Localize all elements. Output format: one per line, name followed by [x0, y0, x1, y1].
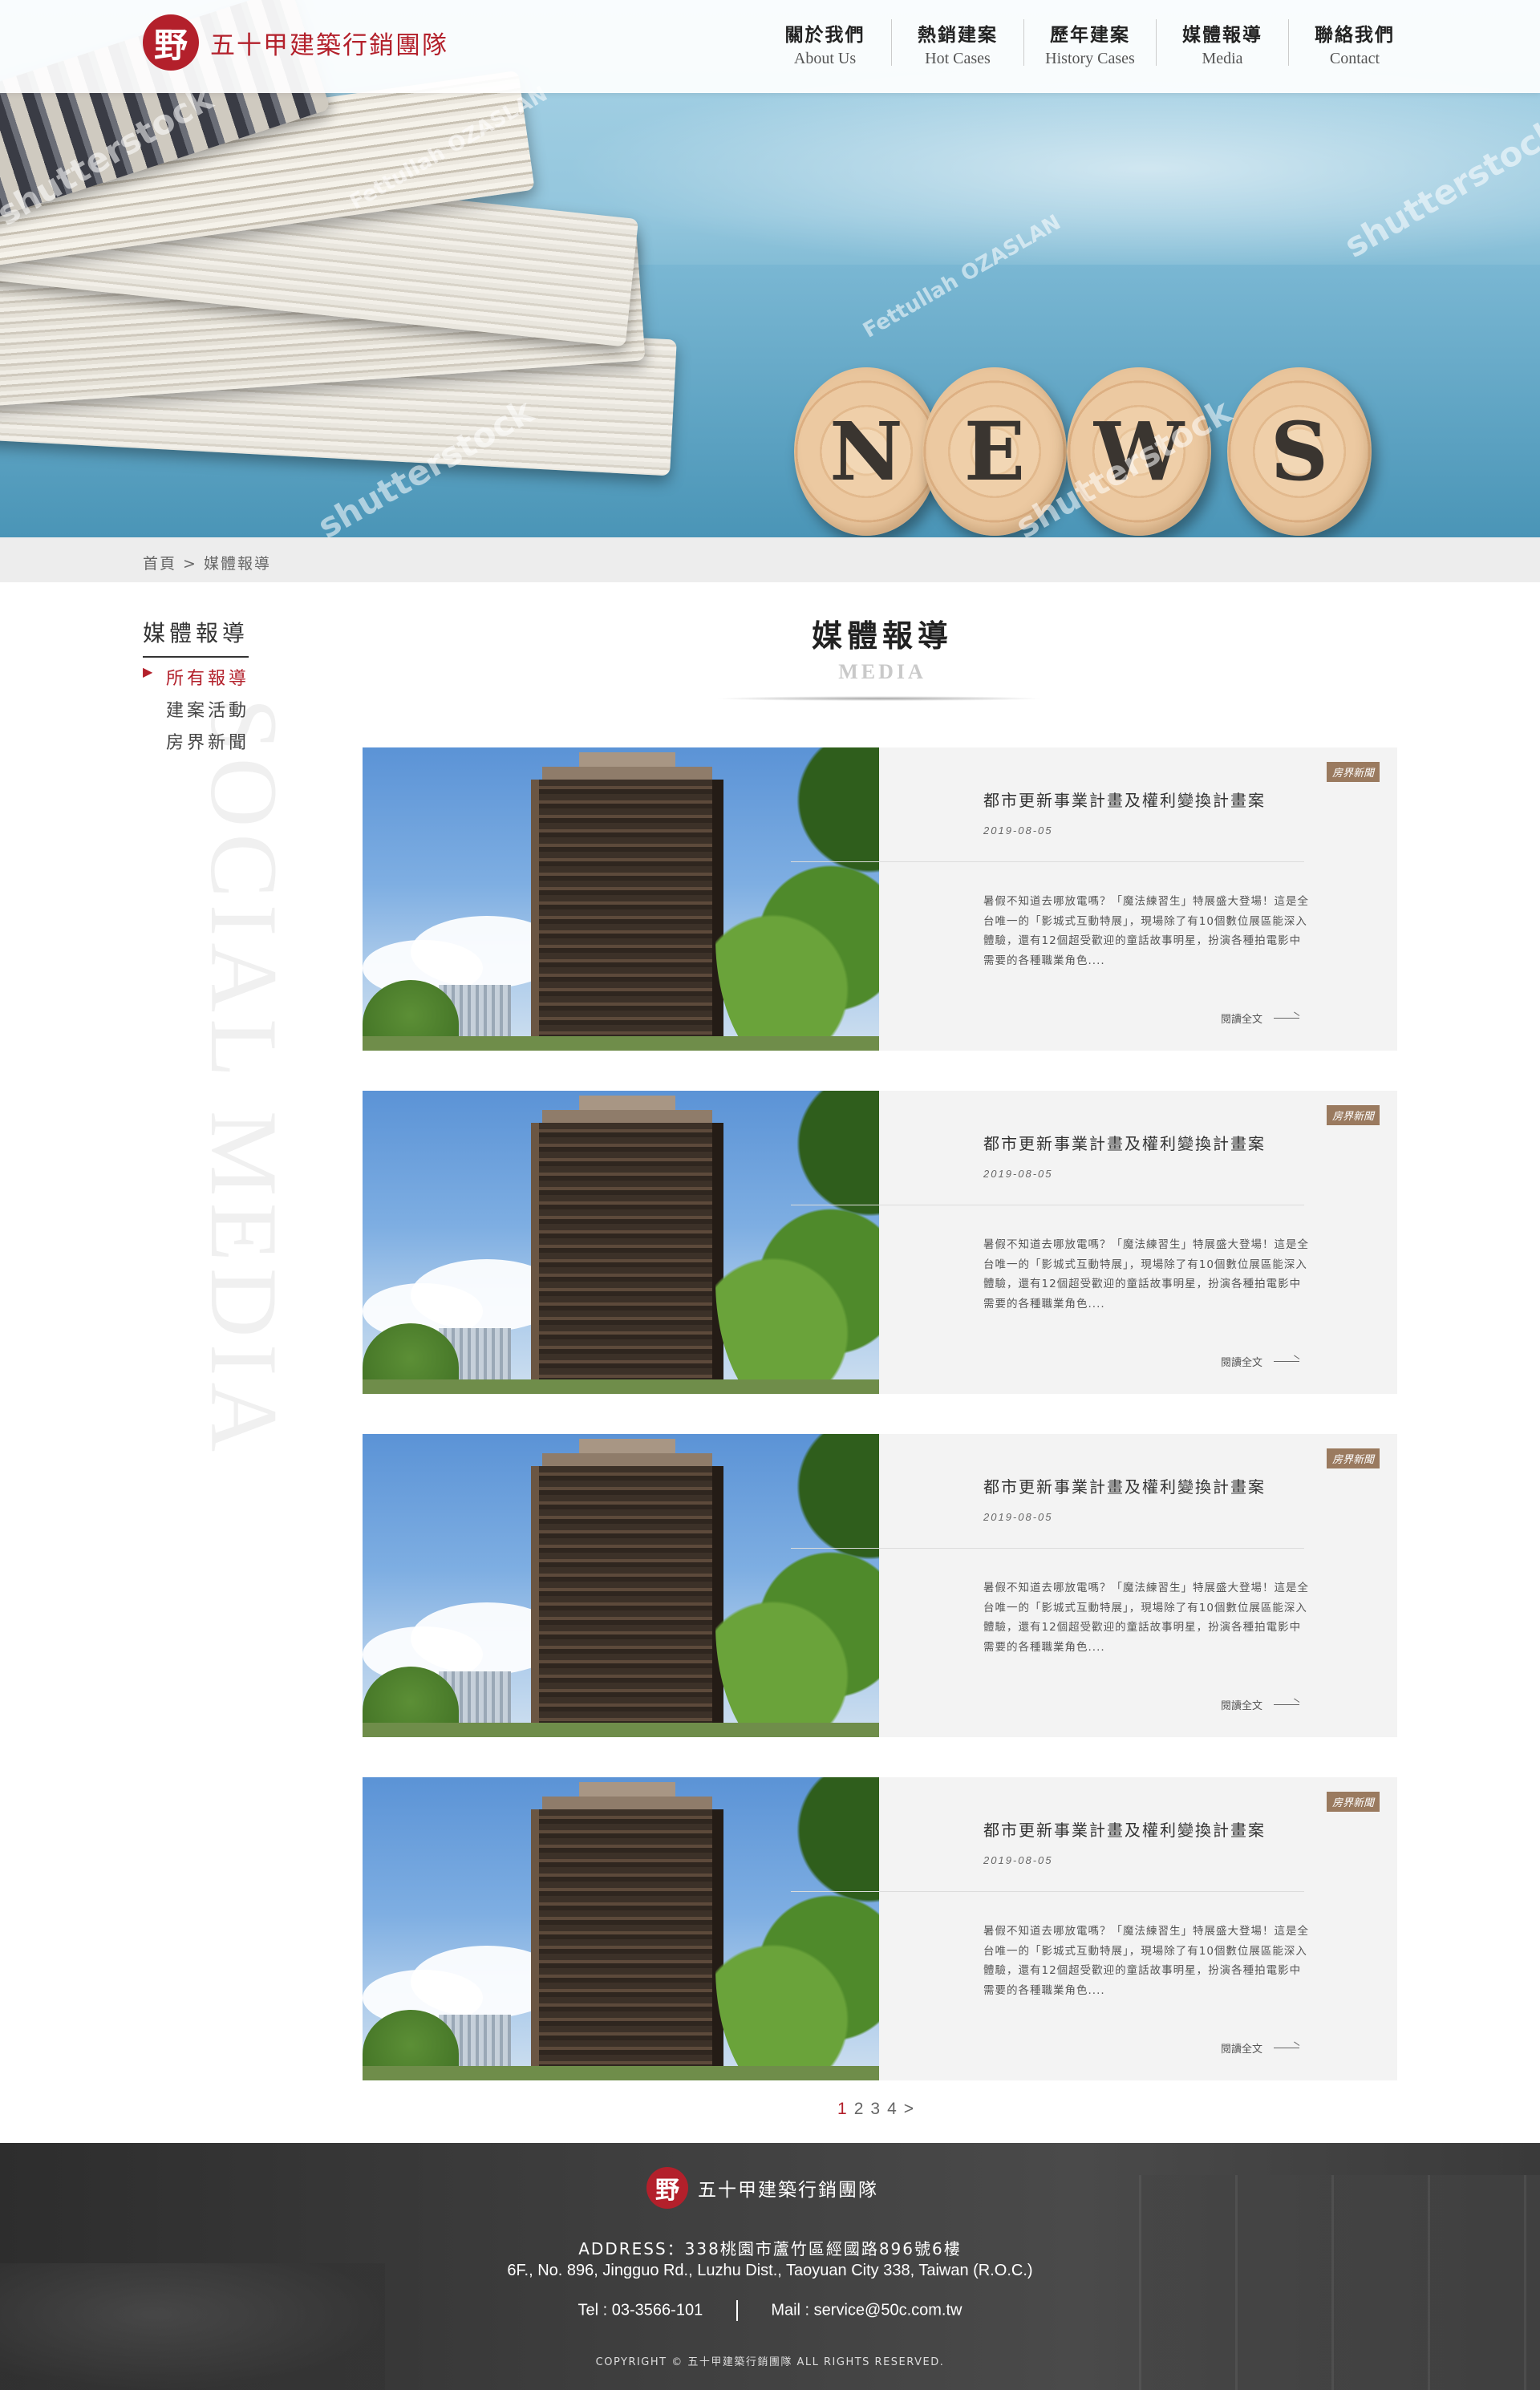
sidebar-bg-text-wrap: SOCIAL MEDIA	[188, 698, 317, 1516]
triangle-right-icon: ▶	[143, 664, 156, 679]
read-more-label: 閱讀全文	[1221, 1014, 1263, 1026]
article-excerpt: 暑假不知道去哪放電嗎？「魔法練習生」特展盛大登場！這是全台唯一的「影城式互動特展…	[983, 1582, 1309, 1654]
next-page-button[interactable]: >	[904, 2100, 914, 2119]
sidebar-item-label: 所有報導	[166, 669, 250, 689]
footer-brand-name: 五十甲建築行銷團隊	[698, 2180, 878, 2201]
read-more-link[interactable]: 閱讀全文	[1221, 1354, 1300, 1369]
site-logo[interactable]: 野 五十甲建築行銷團隊	[143, 14, 448, 71]
section-title-en: MEDIA	[838, 660, 926, 683]
nav-label-zh: 關於我們	[784, 24, 865, 46]
sidebar-item-events[interactable]: 建案活動	[143, 696, 249, 728]
breadcrumb[interactable]: 首頁 > 媒體報導	[143, 552, 271, 573]
nav-label-zh: 熱銷建案	[918, 24, 998, 46]
nav-item-media[interactable]: 媒體報導 Media	[1156, 19, 1288, 67]
article-title[interactable]: 都市更新事業計畫及權利變換計畫案	[983, 1817, 1266, 1841]
article-title[interactable]: 都市更新事業計畫及權利變換計畫案	[983, 1474, 1266, 1497]
arrow-right-icon	[1274, 1018, 1300, 1019]
read-more-label: 閱讀全文	[1221, 2044, 1263, 2056]
sidebar-menu: ▶ 所有報導 建案活動 房界新聞	[143, 664, 249, 760]
nav-label-en: Media	[1202, 50, 1243, 67]
section-heading: 媒體報導 MEDIA	[722, 611, 1043, 684]
arrow-right-icon	[1274, 1704, 1300, 1705]
article-thumbnail[interactable]	[363, 1434, 879, 1737]
sidebar-title: 媒體報導	[143, 616, 249, 658]
nav-label-en: About Us	[793, 50, 857, 67]
copyright: COPYRIGHT © 五十甲建築行銷團隊 ALL RIGHTS RESERVE…	[595, 2356, 945, 2368]
divider	[736, 2300, 738, 2321]
address-label: ADDRESS：	[578, 2239, 685, 2258]
footer-bg-furniture	[0, 2263, 385, 2390]
page-link-4[interactable]: 4	[887, 2100, 897, 2119]
brand-name: 五十甲建築行銷團隊	[210, 30, 448, 60]
footer-contact: Tel : 03-3566-101 Mail : service@50c.com…	[0, 2300, 1540, 2321]
main-nav: 關於我們 About Us 熱銷建案 Hot Cases 歷年建案 Histor…	[759, 19, 1420, 67]
nav-label-en: History Cases	[1045, 50, 1135, 67]
category-badge[interactable]: 房界新聞	[1326, 762, 1380, 782]
nav-label-en: Contact	[1329, 50, 1380, 67]
article-excerpt: 暑假不知道去哪放電嗎？「魔法練習生」特展盛大登場！這是全台唯一的「影城式互動特展…	[983, 1925, 1309, 1997]
article-excerpt: 暑假不知道去哪放電嗎？「魔法練習生」特展盛大登場！這是全台唯一的「影城式互動特展…	[983, 895, 1309, 967]
logo-seal-icon: 野	[646, 2167, 688, 2209]
article-thumbnail[interactable]	[363, 747, 879, 1051]
page-link-3[interactable]: 3	[870, 2100, 880, 2119]
read-more-link[interactable]: 閱讀全文	[1221, 1697, 1300, 1712]
nav-label-zh: 歷年建案	[1050, 24, 1130, 46]
article-title[interactable]: 都市更新事業計畫及權利變換計畫案	[983, 788, 1266, 811]
nav-item-hot-cases[interactable]: 熱銷建案 Hot Cases	[891, 19, 1023, 67]
sidebar-item-news[interactable]: 房界新聞	[143, 728, 249, 760]
article-card[interactable]: 房界新聞 都市更新事業計畫及權利變換計畫案 2019-08-05 暑假不知道去哪…	[363, 747, 1397, 1051]
sidebar-bg-text: SOCIAL MEDIA	[191, 698, 298, 1459]
divider	[791, 861, 1304, 862]
footer-logo[interactable]: 野 五十甲建築行銷團隊	[646, 2167, 878, 2209]
article-card[interactable]: 房界新聞 都市更新事業計畫及權利變換計畫案 2019-08-05 暑假不知道去哪…	[363, 1091, 1397, 1394]
nav-label-zh: 媒體報導	[1182, 24, 1262, 46]
nav-item-about[interactable]: 關於我們 About Us	[759, 19, 891, 67]
nav-item-contact[interactable]: 聯絡我們 Contact	[1288, 19, 1420, 67]
news-block-s: S	[1227, 367, 1372, 536]
section-divider-shadow	[715, 696, 1044, 701]
category-badge[interactable]: 房界新聞	[1326, 1792, 1380, 1812]
sidebar-item-label: 房界新聞	[166, 733, 250, 753]
breadcrumb-bar: 首頁 > 媒體報導	[0, 537, 1540, 582]
sidebar-item-all[interactable]: ▶ 所有報導	[143, 664, 249, 696]
news-block-n: N	[794, 367, 938, 536]
nav-label-zh: 聯絡我們	[1315, 24, 1395, 46]
nav-label-en: Hot Cases	[925, 50, 991, 67]
article-thumbnail[interactable]	[363, 1091, 879, 1394]
footer-mail[interactable]: Mail : service@50c.com.tw	[771, 2301, 962, 2319]
section-title-zh: 媒體報導	[811, 618, 953, 654]
logo-seal-icon: 野	[143, 14, 199, 71]
nav-item-history-cases[interactable]: 歷年建案 History Cases	[1023, 19, 1156, 67]
page-link-2[interactable]: 2	[854, 2100, 864, 2119]
site-header: 野 五十甲建築行銷團隊 關於我們 About Us 熱銷建案 Hot Cases…	[0, 0, 1540, 93]
divider	[791, 1891, 1304, 1892]
read-more-label: 閱讀全文	[1221, 1700, 1263, 1712]
pagination: 1 2 3 4 >	[837, 2100, 921, 2119]
article-card[interactable]: 房界新聞 都市更新事業計畫及權利變換計畫案 2019-08-05 暑假不知道去哪…	[363, 1434, 1397, 1737]
read-more-label: 閱讀全文	[1221, 1357, 1263, 1369]
article-card[interactable]: 房界新聞 都市更新事業計畫及權利變換計畫案 2019-08-05 暑假不知道去哪…	[363, 1777, 1397, 2080]
footer-address: ADDRESS：338桃園市蘆竹區經國路896號6樓	[0, 2236, 1540, 2259]
site-footer: 野 五十甲建築行銷團隊 ADDRESS：338桃園市蘆竹區經國路896號6樓 6…	[0, 2143, 1540, 2390]
read-more-link[interactable]: 閱讀全文	[1221, 1011, 1300, 1026]
footer-address-en: 6F., No. 896, Jingguo Rd., Luzhu Dist., …	[507, 2262, 1033, 2279]
article-date: 2019-08-05	[983, 1168, 1053, 1180]
article-thumbnail[interactable]	[363, 1777, 879, 2080]
read-more-link[interactable]: 閱讀全文	[1221, 2040, 1300, 2056]
article-date: 2019-08-05	[983, 1511, 1053, 1523]
divider	[791, 1548, 1304, 1549]
article-date: 2019-08-05	[983, 1854, 1053, 1866]
address-zh: 338桃園市蘆竹區經國路896號6樓	[684, 2239, 962, 2258]
footer-tel[interactable]: Tel : 03-3566-101	[578, 2301, 703, 2319]
article-title[interactable]: 都市更新事業計畫及權利變換計畫案	[983, 1131, 1266, 1154]
arrow-right-icon	[1274, 1361, 1300, 1362]
page-link-1[interactable]: 1	[837, 2100, 847, 2119]
newspaper-stack-image	[0, 0, 722, 537]
sidebar-item-label: 建案活動	[166, 701, 250, 721]
category-badge[interactable]: 房界新聞	[1326, 1448, 1380, 1468]
article-date: 2019-08-05	[983, 824, 1053, 836]
category-badge[interactable]: 房界新聞	[1326, 1105, 1380, 1125]
article-excerpt: 暑假不知道去哪放電嗎？「魔法練習生」特展盛大登場！這是全台唯一的「影城式互動特展…	[983, 1238, 1309, 1310]
